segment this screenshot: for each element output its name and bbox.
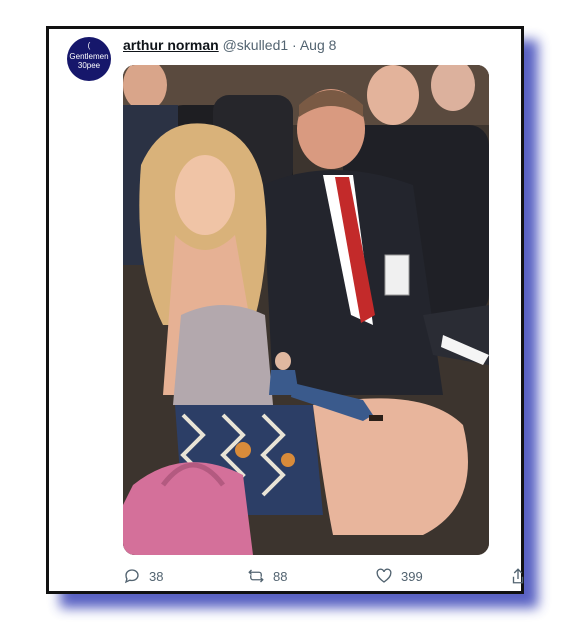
separator: · [292, 37, 297, 53]
tweet-photo[interactable] [123, 65, 489, 555]
tweet-header: arthur norman @skulled1 · Aug 8 [123, 37, 336, 53]
tweet-date[interactable]: Aug 8 [300, 37, 337, 53]
handle[interactable]: @skulled1 [223, 37, 289, 53]
reply-action[interactable]: 38 [123, 567, 163, 585]
retweet-icon [248, 569, 264, 583]
avatar-text-top: ( [87, 41, 91, 50]
tweet-card: ( Gentlemen 30pee arthur norman @skulled… [46, 26, 524, 594]
like-action[interactable]: 399 [375, 567, 423, 585]
tweet-actions: 38 88 399 [123, 567, 525, 587]
retweet-action[interactable]: 88 [247, 567, 287, 585]
share-icon [512, 568, 524, 584]
heart-icon [376, 568, 392, 583]
avatar[interactable]: ( Gentlemen 30pee [67, 37, 111, 81]
avatar-text-line1: Gentlemen [69, 52, 109, 61]
reply-icon [124, 569, 139, 584]
avatar-text-line2: 30pee [77, 61, 101, 70]
like-count: 399 [401, 568, 423, 584]
share-action[interactable] [511, 567, 525, 585]
reply-count: 38 [149, 568, 164, 584]
retweet-count: 88 [273, 568, 288, 584]
display-name[interactable]: arthur norman [123, 37, 219, 53]
photo-illustration [123, 65, 489, 555]
